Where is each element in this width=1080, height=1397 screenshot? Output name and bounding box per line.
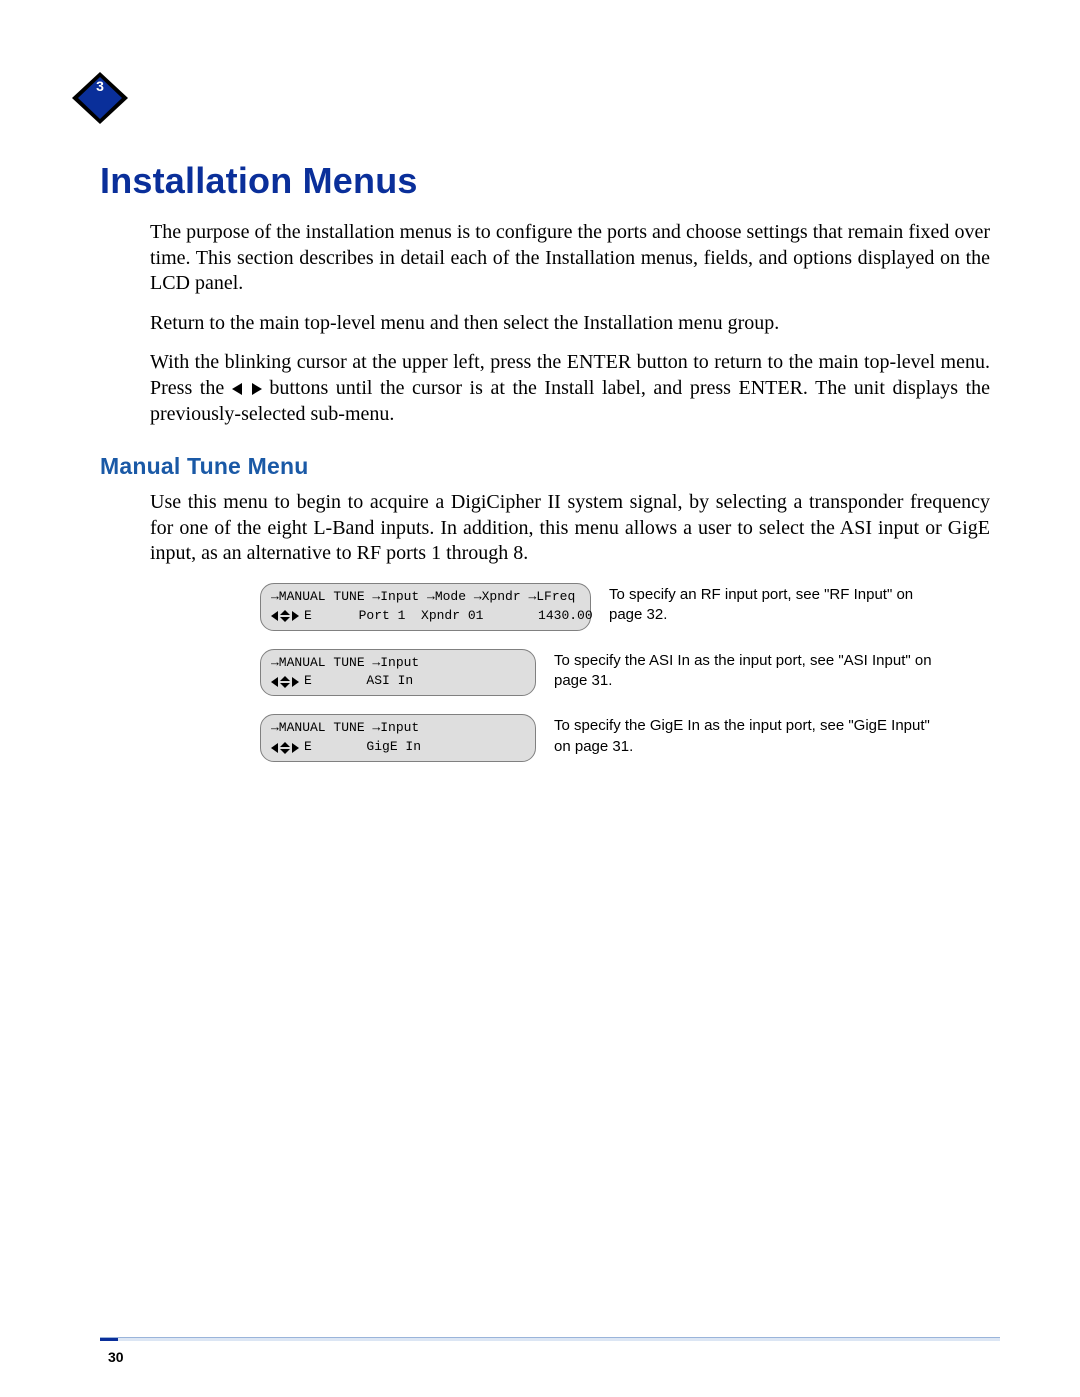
lcd-line-2: E ASI In [271, 672, 525, 691]
lcd-panel: →MANUAL TUNE →Input E GigE In [260, 714, 536, 762]
body-column-2: Use this menu to begin to acquire a Digi… [150, 490, 990, 567]
lcd-line-2: E GigE In [271, 738, 525, 757]
lcd-examples: →MANUAL TUNE →Input →Mode →Xpndr →LFreq … [260, 583, 950, 762]
lcd-row: →MANUAL TUNE →Input E GigE In To specify… [260, 714, 950, 762]
intro-paragraph-2: Return to the main top-level menu and th… [150, 311, 990, 337]
left-right-arrow-icon [232, 377, 270, 399]
lcd-line-2-text: E ASI In [304, 672, 413, 691]
p3-post: buttons until the cursor is at the Insta… [150, 377, 990, 425]
lcd-line-2-text: E GigE In [304, 738, 421, 757]
document-page: 3 Installation Menus The purpose of the … [0, 0, 1080, 1397]
lcd-description: To specify the GigE In as the input port… [554, 716, 950, 757]
chapter-number: 3 [70, 78, 130, 94]
lcd-description: To specify an RF input port, see "RF Inp… [609, 585, 950, 626]
page-number: 30 [108, 1349, 124, 1365]
manual-tune-paragraph: Use this menu to begin to acquire a Digi… [150, 490, 990, 567]
chapter-marker: 3 [70, 70, 130, 126]
intro-paragraph-1: The purpose of the installation menus is… [150, 220, 990, 297]
lcd-line-1: →MANUAL TUNE →Input [271, 719, 525, 738]
lcd-panel: →MANUAL TUNE →Input E ASI In [260, 649, 536, 697]
lcd-description: To specify the ASI In as the input port,… [554, 651, 950, 692]
intro-paragraph-3: With the blinking cursor at the upper le… [150, 350, 990, 427]
section-heading-manual-tune: Manual Tune Menu [100, 453, 1000, 480]
lcd-line-1: →MANUAL TUNE →Input [271, 654, 525, 673]
nav-arrows-icon [271, 676, 299, 688]
page-title: Installation Menus [100, 160, 1000, 202]
footer-rule [100, 1337, 1000, 1341]
nav-arrows-icon [271, 610, 299, 622]
body-column: The purpose of the installation menus is… [150, 220, 990, 427]
lcd-line-2: E Port 1 Xpndr 01 1430.00 [271, 607, 580, 626]
lcd-row: →MANUAL TUNE →Input →Mode →Xpndr →LFreq … [260, 583, 950, 631]
lcd-row: →MANUAL TUNE →Input E ASI In To specify … [260, 649, 950, 697]
lcd-line-2-text: E Port 1 Xpndr 01 1430.00 [304, 607, 593, 626]
nav-arrows-icon [271, 742, 299, 754]
lcd-line-1: →MANUAL TUNE →Input →Mode →Xpndr →LFreq [271, 588, 580, 607]
lcd-panel: →MANUAL TUNE →Input →Mode →Xpndr →LFreq … [260, 583, 591, 631]
